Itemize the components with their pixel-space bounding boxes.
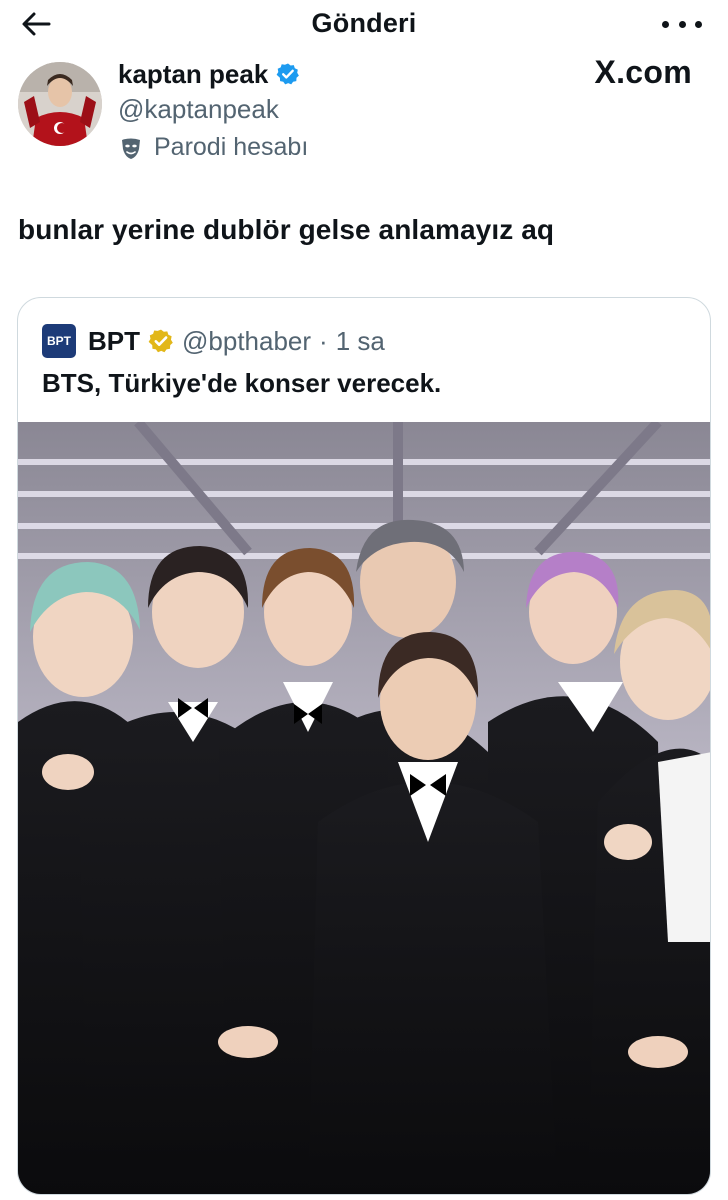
parody-label-row: Parodi hesabı — [118, 133, 308, 162]
quoted-author-avatar[interactable]: BPT — [42, 324, 76, 358]
verified-badge-icon — [276, 63, 300, 85]
author-handle[interactable]: @kaptanpeak — [118, 94, 308, 125]
author-name[interactable]: kaptan peak — [118, 59, 268, 90]
quoted-post-header: BPT BPT @bpthaber · 1 sa — [42, 324, 385, 358]
quoted-post-text: BTS, Türkiye'de konser verecek. — [42, 368, 442, 398]
parody-label: Parodi hesabı — [154, 133, 309, 161]
more-options-button[interactable] — [662, 14, 702, 34]
group-photo-image — [18, 422, 710, 1194]
more-dot-icon — [662, 20, 669, 28]
quoted-author-handle[interactable]: @bpthaber — [182, 326, 311, 357]
theater-mask-icon — [122, 138, 140, 159]
quoted-author-name[interactable]: BPT — [88, 326, 140, 357]
quoted-post-card[interactable]: BPT BPT @bpthaber · 1 sa BTS, Türkiye'de… — [17, 297, 711, 1195]
quoted-post-photo[interactable] — [18, 422, 710, 1194]
page-title: Gönderi — [311, 8, 417, 38]
author-avatar[interactable] — [18, 62, 102, 146]
separator-dot: · — [319, 325, 328, 356]
avatar-image — [18, 62, 102, 146]
author-info: kaptan peak @kaptanpeak Parodi hesabı — [118, 58, 308, 162]
more-dot-icon — [678, 20, 686, 28]
top-bar: Gönderi — [0, 0, 728, 50]
author-name-row: kaptan peak — [118, 58, 308, 90]
more-dot-icon — [695, 20, 702, 28]
source-link[interactable]: X.com — [594, 54, 692, 91]
verified-gold-badge-icon — [148, 329, 173, 353]
quoted-post-time[interactable]: 1 sa — [336, 326, 385, 357]
tweet-text: bunlar yerine dublör gelse anlamayız aq — [18, 214, 555, 245]
